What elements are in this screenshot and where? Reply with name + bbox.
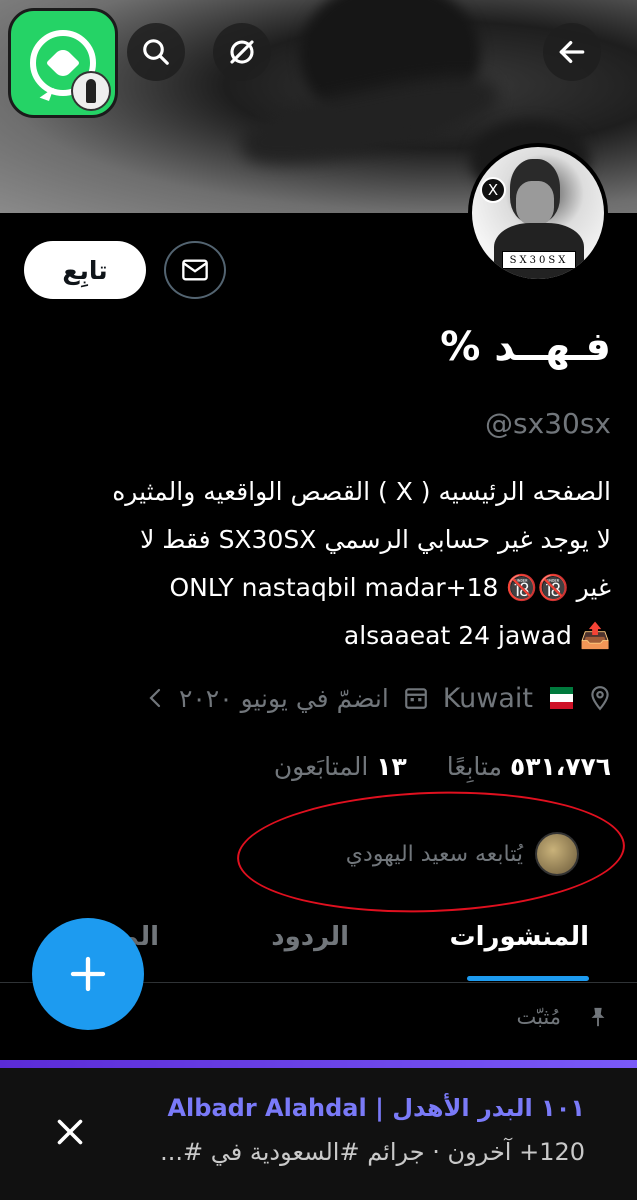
notification-subtitle: 120+ آخرون · جرائم #السعودية في #... [160,1138,585,1166]
pinned-indicator: مُثبّت [516,1004,609,1030]
followers-stat[interactable]: ٥٣١،٧٧٦ متابِعًا [447,752,611,781]
tab-replies[interactable]: الردود [271,922,349,952]
pinned-label: مُثبّت [516,1005,561,1029]
following-count: ١٣ [376,752,407,781]
bio-line: لا يوجد غير حسابي الرسمي SX30SX فقط لا [140,525,611,554]
search-button[interactable] [127,23,185,81]
active-tab-indicator [467,976,589,981]
location-pin-icon [591,686,609,711]
follow-stats: ١٣ المتابَعون ٥٣١،٧٧٦ متابِعًا [274,752,611,781]
followers-count: ٥٣١،٧٧٦ [509,752,611,781]
notification-accent [0,1060,637,1068]
notification-bar[interactable]: ١٠١ البدر الأهدل | Albadr Alahdal 120+ آ… [0,1068,637,1200]
plus-icon [70,956,106,992]
calendar-icon [404,688,427,709]
followed-by[interactable]: يُتابعه سعيد اليهودي [346,832,579,876]
whatsapp-icon[interactable] [8,8,118,118]
search-icon [143,39,169,65]
joined-date: انضمّ في يونيو ٢٠٢٠ [178,683,389,713]
followed-by-text: يُتابعه سعيد اليهودي [345,841,523,867]
follower-avatar [535,832,579,876]
mail-icon [182,259,208,281]
profile-meta: Kuwait انضمّ في يونيو ٢٠٢٠ [13,676,613,720]
x-logo-icon: X [480,177,506,203]
bio-line: الصفحه الرئيسيه ( X ) القصص الواقعيه وال… [112,477,611,506]
bio-line: غير 🔞🔞 ONLY nastaqbil madar+18 [169,573,611,602]
display-name: فـهــد % [440,324,611,370]
whatsapp-badge-avatar [71,71,111,111]
chevron-left-icon[interactable] [145,686,165,710]
user-handle: @sx30sx [485,407,611,440]
following-label: المتابَعون [273,752,369,781]
bio-line: 📤 alsaaeat 24 jawad [343,621,611,650]
avatar-image: X SX30SX [472,147,604,279]
message-button[interactable] [164,241,226,299]
avatar-tag: SX30SX [502,251,576,269]
pin-icon [591,1007,605,1027]
followers-label: متابِعًا [446,752,502,781]
follow-button[interactable]: تابِع [24,241,146,299]
back-arrow-icon [559,41,585,63]
kuwait-flag-icon [539,687,573,709]
grok-button[interactable] [213,23,271,81]
notification-title: ١٠١ البدر الأهدل | Albadr Alahdal [167,1094,585,1122]
profile-bio: الصفحه الرئيسيه ( X ) القصص الواقعيه وال… [21,468,611,660]
profile-location: Kuwait [443,683,573,714]
phone-glyph [46,46,80,80]
profile-avatar[interactable]: X SX30SX [468,143,608,283]
location-text: Kuwait [442,682,533,714]
tab-posts[interactable]: المنشورات [450,922,589,952]
compose-button[interactable] [32,918,144,1030]
close-icon[interactable] [52,1114,88,1150]
no-location-icon [230,40,254,64]
following-stat[interactable]: ١٣ المتابَعون [274,752,407,781]
back-button[interactable] [543,23,601,81]
avatar-face [516,181,554,225]
